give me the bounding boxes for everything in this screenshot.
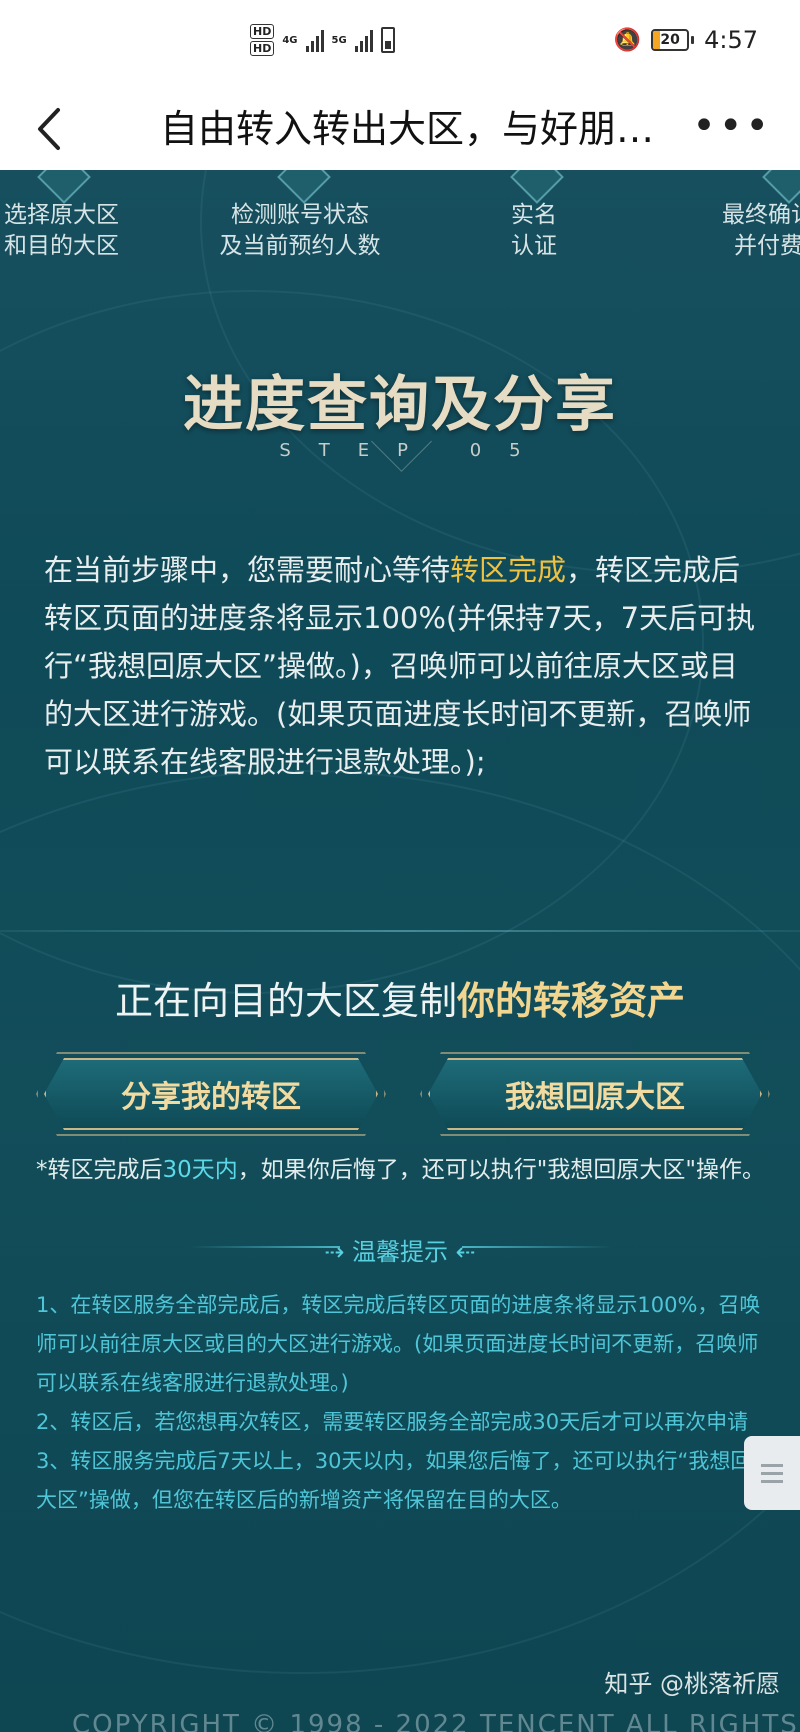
description-highlight: 转区完成 xyxy=(450,553,567,587)
tips-list: 1、在转区服务全部完成后，转区完成后转区页面的进度条将显示100%，召唤师可以前… xyxy=(36,1286,776,1520)
step-1-line2: 和目的大区 xyxy=(4,233,119,259)
scroll-handle-icon xyxy=(761,1463,783,1467)
step-1: 选择原大区 和目的大区 xyxy=(4,200,119,262)
step-3-marker xyxy=(510,170,564,204)
mute-bell-icon: 🔕 xyxy=(613,27,642,53)
status-right: 🔕 20 4:57 xyxy=(614,26,758,54)
copy-heading-plain: 正在向目的大区复制 xyxy=(114,979,457,1023)
tips-line-right xyxy=(462,1246,612,1248)
page-title: 自由转入转出大区，与好朋… xyxy=(160,107,655,151)
note-part-1: *转区完成后 xyxy=(36,1157,163,1183)
status-bar: HD HD 4G 5G 🔕 20 4:57 xyxy=(0,0,800,88)
clock: 4:57 xyxy=(704,26,758,54)
tips-heading: ⇢ 温馨提示 ⇠ xyxy=(0,1232,800,1267)
battery-level: 20 xyxy=(660,32,680,48)
hd-2-label: HD xyxy=(250,41,275,56)
signal-2-icon xyxy=(354,28,373,52)
return-original-server-button[interactable]: 我想回原大区 xyxy=(428,1058,762,1130)
tips-arrow-left-icon: ⇢ xyxy=(324,1238,352,1266)
transfer-note: *转区完成后30天内，如果你后悔了，还可以执行"我想回原大区"操作。 xyxy=(36,1152,776,1188)
step-4: 最终确认 并付费 xyxy=(722,200,800,262)
step-4-line1: 最终确认 xyxy=(722,202,800,228)
step-description: 在当前步骤中，您需要耐心等待转区完成，转区完成后转区页面的进度条将显示100%(… xyxy=(44,546,764,786)
more-options-button[interactable]: ••• xyxy=(692,106,772,146)
note-highlight: 30天内 xyxy=(162,1157,238,1183)
note-part-2: ，如果你后悔了，还可以执行"我想回原大区"操作。 xyxy=(237,1157,765,1183)
tip-item: 3、转区服务完成后7天以上，30天以内，如果您后悔了，还可以执行“我想回原大区”… xyxy=(36,1449,773,1512)
step-2: 检测账号状态 及当前预约人数 xyxy=(210,200,390,262)
back-arrow-icon xyxy=(38,108,60,150)
description-part-1: 在当前步骤中，您需要耐心等待 xyxy=(44,553,451,587)
step-3: 实名 认证 xyxy=(494,200,574,262)
step-2-line2: 及当前预约人数 xyxy=(219,233,381,259)
steps-row: 选择原大区 和目的大区 检测账号状态 及当前预约人数 实名 认证 最终确认 并付… xyxy=(0,170,800,290)
floating-scroll-button[interactable] xyxy=(744,1436,800,1510)
network-2-label: 5G xyxy=(331,34,347,46)
tip-item: 1、在转区服务全部完成后，转区完成后转区页面的进度条将显示100%，召唤师可以前… xyxy=(36,1293,761,1395)
step-2-line1: 检测账号状态 xyxy=(231,202,369,228)
copy-status-heading: 正在向目的大区复制你的转移资产 xyxy=(0,970,800,1025)
step-3-line1: 实名 xyxy=(511,202,557,228)
section-divider xyxy=(0,930,800,932)
share-transfer-button[interactable]: 分享我的转区 xyxy=(44,1058,378,1130)
battery-fill xyxy=(653,31,660,49)
back-button[interactable] xyxy=(28,104,78,154)
hd-indicator: HD HD xyxy=(250,24,275,56)
tips-arrow-right-icon: ⇠ xyxy=(448,1238,476,1266)
watermark: 知乎 @桃落祈愿 xyxy=(604,1670,780,1698)
step-1-line1: 选择原大区 xyxy=(4,202,119,228)
signal-1-icon xyxy=(305,28,324,52)
hd-1-label: HD xyxy=(250,24,275,39)
more-icon: ••• xyxy=(692,103,772,149)
main-content[interactable]: 选择原大区 和目的大区 检测账号状态 及当前预约人数 实名 认证 最终确认 并付… xyxy=(0,170,800,1732)
step-4-line2: 并付费 xyxy=(734,233,800,259)
copy-heading-bold: 你的转移资产 xyxy=(457,979,686,1023)
step-1-marker xyxy=(37,170,91,204)
status-indicators: HD HD 4G 5G xyxy=(250,24,395,56)
network-1-label: 4G xyxy=(282,34,298,46)
tip-item: 2、转区后，若您想再次转区，需要转区服务全部完成30天后才可以再次申请 xyxy=(36,1410,749,1434)
copyright-text: COPYRIGHT © 1998 - 2022 TENCENT ALL RIGH… xyxy=(72,1710,799,1732)
step-2-marker xyxy=(277,170,331,204)
battery-icon: 20 xyxy=(651,29,695,51)
nav-bar: 自由转入转出大区，与好朋… ••• xyxy=(0,88,800,171)
step-4-marker xyxy=(762,170,800,204)
step-3-line2: 认证 xyxy=(511,233,557,259)
battery-saver-icon xyxy=(380,27,395,53)
tips-heading-text: 温馨提示 xyxy=(352,1238,448,1266)
